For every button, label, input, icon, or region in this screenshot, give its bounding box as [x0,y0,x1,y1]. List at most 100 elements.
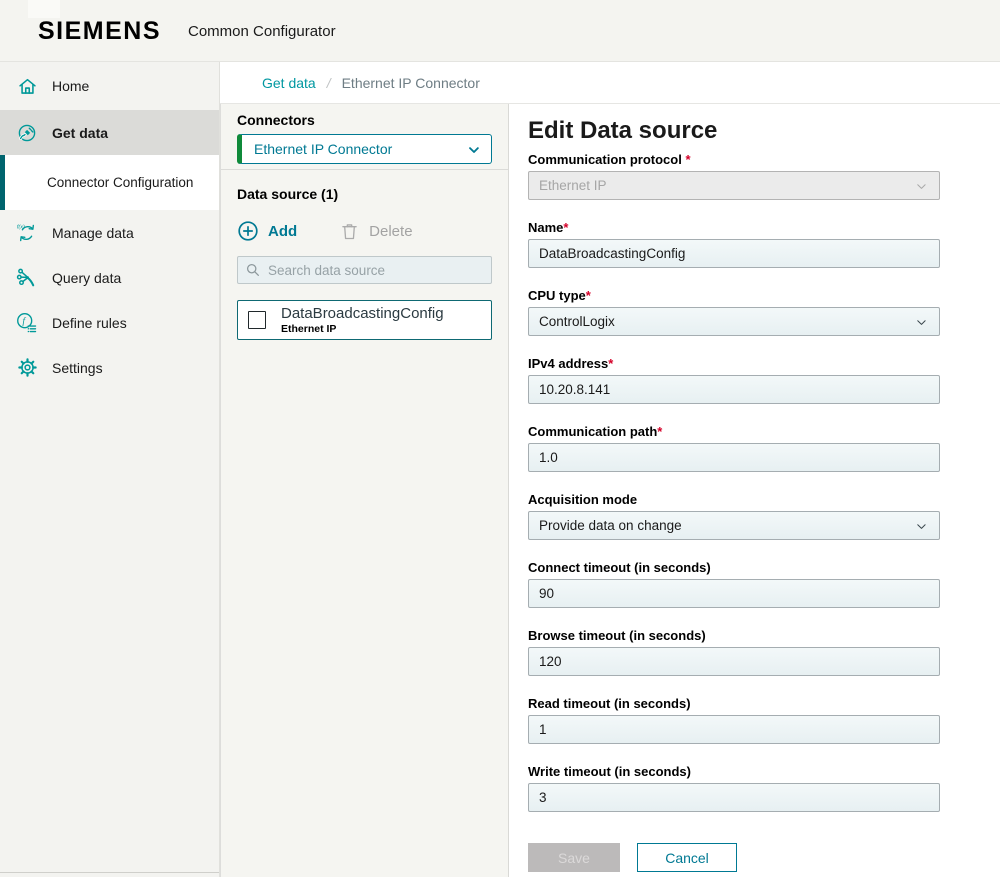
field-label: Acquisition mode [528,492,637,507]
sidebar-item-label: Connector Configuration [47,175,193,190]
chevron-down-icon [466,142,482,158]
cpu-type-select[interactable]: ControlLogix [528,307,940,336]
field-connect-timeout: Connect timeout (in seconds) [528,560,940,608]
gear-icon [15,357,39,378]
sidebar: Home Get data Connector Configuration f(… [0,62,220,877]
connectors-title: Connectors [237,112,492,128]
select-value: ControlLogix [539,314,615,329]
sidebar-item-define-rules[interactable]: f Define rules [0,300,219,345]
sidebar-item-label: Query data [52,270,121,286]
sidebar-divider [0,872,219,873]
add-button-label: Add [268,223,297,240]
field-label: Communication protocol [528,152,682,167]
required-asterisk: * [608,356,613,371]
select-value: Ethernet IP [539,178,607,193]
field-label: Connect timeout (in seconds) [528,560,711,575]
field-label: IPv4 address [528,356,608,371]
communication-protocol-select[interactable]: Ethernet IP [528,171,940,200]
edit-data-source-panel: Edit Data source Communication protocol … [510,104,1000,877]
sidebar-item-query-data[interactable]: Query data [0,255,219,300]
data-source-list-item[interactable]: DataBroadcastingConfig Ethernet IP [237,300,492,340]
data-source-protocol: Ethernet IP [281,323,444,335]
sidebar-item-connector-configuration[interactable]: Connector Configuration [0,155,219,210]
sidebar-item-settings[interactable]: Settings [0,345,219,390]
sidebar-item-label: Define rules [52,315,127,331]
chevron-down-icon [914,519,929,534]
field-label: Read timeout (in seconds) [528,696,691,711]
select-value: Provide data on change [539,518,682,533]
field-label: Write timeout (in seconds) [528,764,691,779]
communication-path-input[interactable] [528,443,940,472]
write-timeout-input[interactable] [528,783,940,812]
data-source-text: DataBroadcastingConfig Ethernet IP [281,305,444,335]
connectors-section: Connectors Ethernet IP Connector [221,104,508,170]
field-communication-path: Communication path* [528,424,940,472]
search-icon [245,262,262,279]
search-box [237,256,492,284]
home-icon [15,76,39,97]
delete-button[interactable]: Delete [339,221,412,242]
save-button[interactable]: Save [528,843,620,872]
breadcrumb: Get data / Ethernet IP Connector [220,62,1000,104]
name-input[interactable] [528,239,940,268]
field-communication-protocol: Communication protocol * Ethernet IP [528,152,940,200]
sidebar-item-label: Home [52,78,89,94]
browse-timeout-input[interactable] [528,647,940,676]
field-ipv4-address: IPv4 address* [528,356,940,404]
add-circle-icon [237,220,259,242]
app-header: SIEMENS Common Configurator [0,0,1000,62]
chevron-down-icon [914,315,929,330]
field-acquisition-mode: Acquisition mode Provide data on change [528,492,940,540]
required-asterisk: * [682,152,691,167]
acquisition-mode-select[interactable]: Provide data on change [528,511,940,540]
sidebar-item-label: Settings [52,360,103,376]
form-actions: Save Cancel [528,843,1000,872]
sidebar-item-manage-data[interactable]: f(x) Manage data [0,210,219,255]
header-corner-patch [28,0,60,18]
field-browse-timeout: Browse timeout (in seconds) [528,628,940,676]
data-tree-icon [15,267,39,289]
trash-icon [339,221,360,242]
add-button[interactable]: Add [237,220,297,242]
required-asterisk: * [586,288,591,303]
chevron-down-icon [914,179,929,194]
app-title: Common Configurator [188,23,336,40]
field-read-timeout: Read timeout (in seconds) [528,696,940,744]
form-title: Edit Data source [528,116,1000,146]
plug-circle-icon [15,122,39,144]
required-asterisk: * [657,424,662,439]
data-source-section: Data source (1) Add Delete [221,170,508,356]
required-asterisk: * [563,220,568,235]
data-source-title: Data source (1) [237,186,492,202]
sidebar-item-home[interactable]: Home [0,62,219,110]
field-label: Browse timeout (in seconds) [528,628,706,643]
svg-text:f: f [22,316,26,327]
field-name: Name* [528,220,940,268]
svg-text:f(x): f(x) [17,224,25,230]
data-source-name: DataBroadcastingConfig [281,305,444,322]
field-write-timeout: Write timeout (in seconds) [528,764,940,812]
sidebar-item-get-data[interactable]: Get data [0,110,219,155]
field-label: CPU type [528,288,586,303]
field-label: Name [528,220,563,235]
field-label: Communication path [528,424,657,439]
connectors-panel: Connectors Ethernet IP Connector Data so… [220,104,509,877]
checkbox[interactable] [248,311,266,329]
read-timeout-input[interactable] [528,715,940,744]
breadcrumb-current: Ethernet IP Connector [342,75,480,91]
breadcrumb-separator: / [327,75,331,91]
field-cpu-type: CPU type* ControlLogix [528,288,940,336]
connector-dropdown[interactable]: Ethernet IP Connector [237,134,492,164]
connector-dropdown-value: Ethernet IP Connector [254,141,392,157]
cancel-button[interactable]: Cancel [637,843,737,872]
breadcrumb-link-get-data[interactable]: Get data [262,75,316,91]
data-source-toolbar: Add Delete [237,220,492,242]
sidebar-item-label: Get data [52,125,108,141]
sync-fx-icon: f(x) [15,222,39,244]
search-input[interactable] [237,256,492,284]
delete-button-label: Delete [369,223,412,240]
ipv4-address-input[interactable] [528,375,940,404]
connect-timeout-input[interactable] [528,579,940,608]
siemens-logo: SIEMENS [38,17,161,46]
function-rules-icon: f [15,312,39,334]
